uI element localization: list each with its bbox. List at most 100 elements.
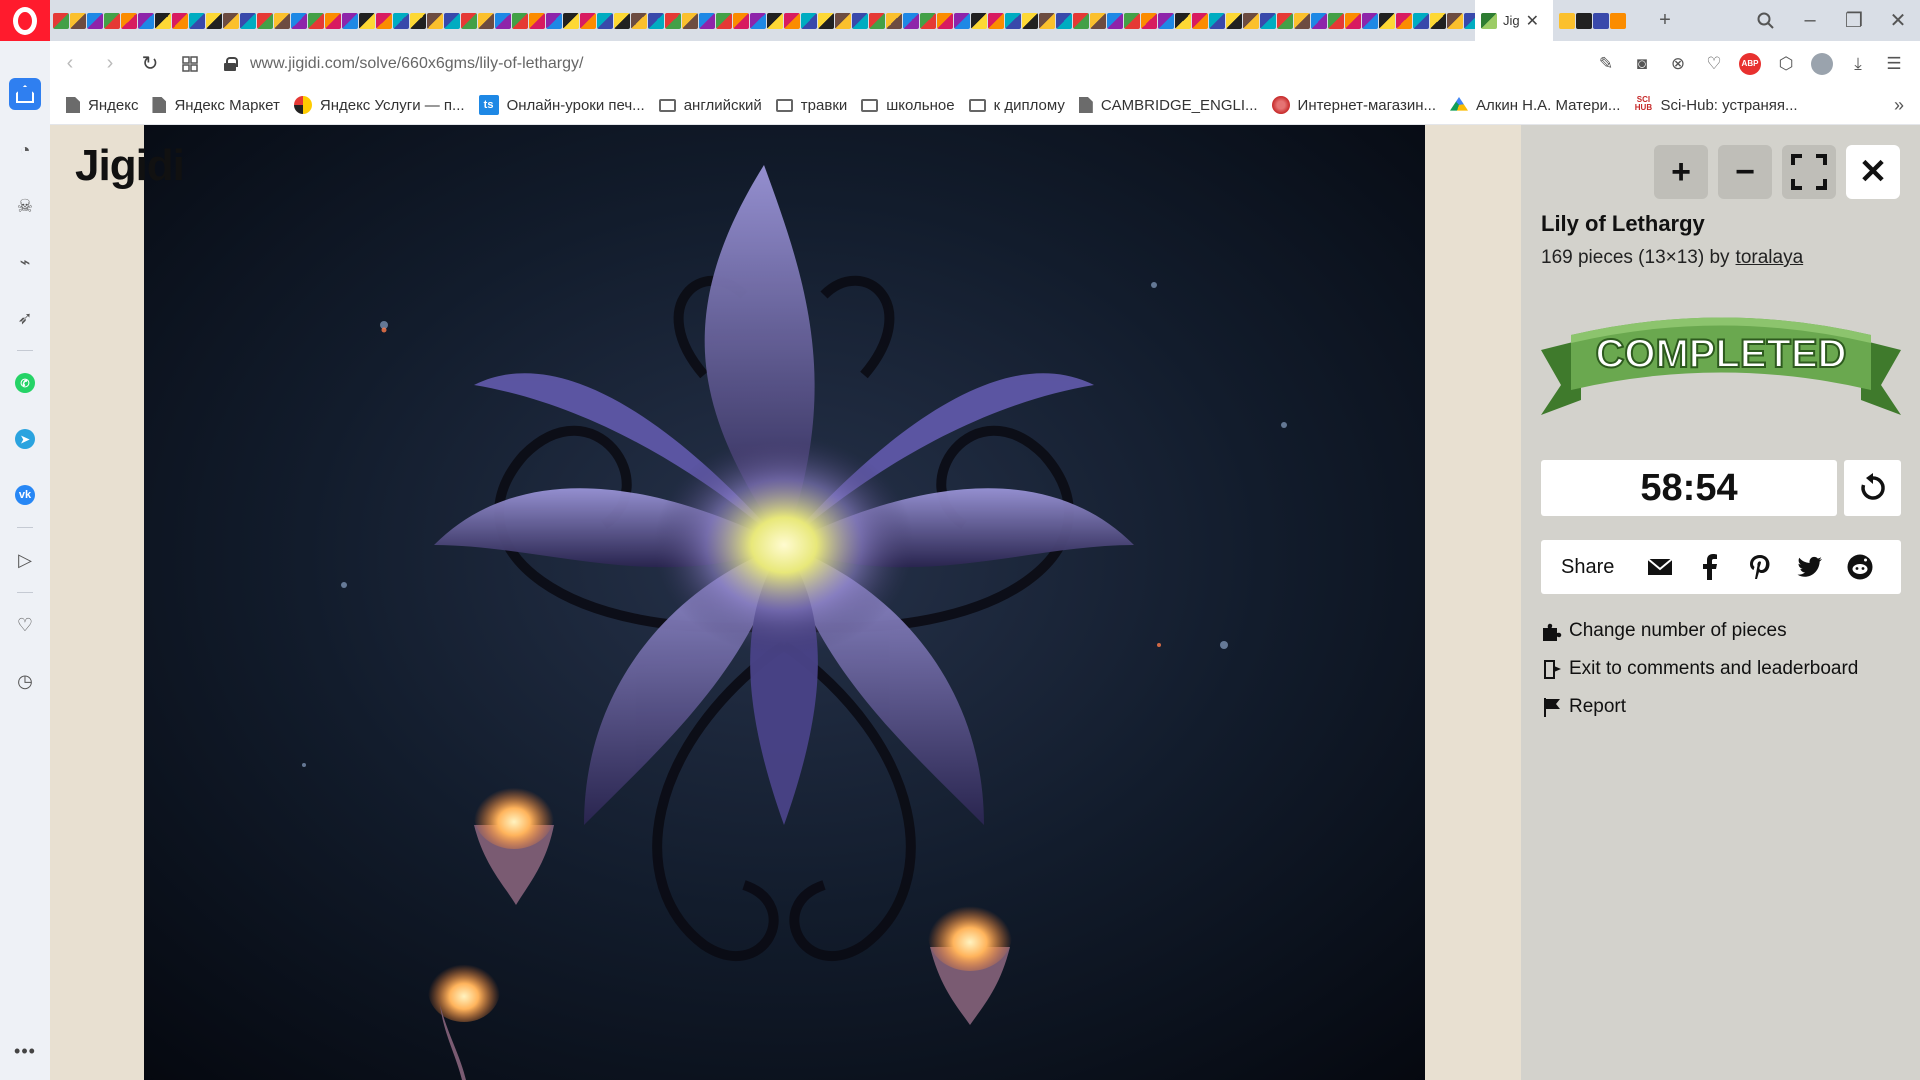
tab-favicon-icon[interactable] [1464, 12, 1475, 29]
new-tab-button[interactable]: + [1643, 0, 1687, 41]
tab-favicon-icon[interactable] [1447, 12, 1463, 29]
home-icon[interactable] [9, 78, 41, 110]
zoom-in-button[interactable]: + [1654, 145, 1708, 199]
tab-favicon-icon[interactable] [172, 12, 188, 29]
tab-favicon-icon[interactable] [529, 12, 545, 29]
bookmark-folder[interactable]: к диплому [968, 97, 1065, 114]
tab-favicon-icon[interactable] [1559, 12, 1575, 29]
tab-favicon-icon[interactable] [121, 12, 137, 29]
tab-favicon-icon[interactable] [1005, 12, 1021, 29]
bookmark-item[interactable]: Интернет-магазин... [1271, 96, 1436, 114]
tab-favicon-icon[interactable] [325, 12, 341, 29]
restart-button[interactable] [1844, 460, 1901, 516]
tab-favicon-icon[interactable] [971, 12, 987, 29]
speed-dial-icon[interactable] [170, 44, 210, 84]
tab-favicon-icon[interactable] [1362, 12, 1378, 29]
email-share-icon[interactable] [1646, 553, 1674, 581]
tab-favicon-icon[interactable] [1158, 12, 1174, 29]
tab-favicon-icon[interactable] [563, 12, 579, 29]
url-field[interactable]: www.jigidi.com/solve/660x6gms/lily-of-le… [250, 55, 583, 73]
tab-favicon-icon[interactable] [835, 12, 851, 29]
favorites-heart-icon[interactable]: ♡ [9, 609, 41, 641]
bookmark-folder[interactable]: английский [658, 97, 762, 114]
tab-favicon-icon[interactable] [206, 12, 222, 29]
tab-favicon-icon[interactable] [1039, 12, 1055, 29]
gx-skull-icon[interactable]: ☠ [9, 190, 41, 222]
vk-icon[interactable]: vk [9, 479, 41, 511]
site-logo[interactable]: Jigidi [75, 141, 185, 191]
tab-favicon-icon[interactable] [1294, 12, 1310, 29]
tab-favicon-icon[interactable] [648, 12, 664, 29]
rocket-icon[interactable]: ➶ [9, 302, 41, 334]
tab-favicon-icon[interactable] [1141, 12, 1157, 29]
change-pieces-link[interactable]: Change number of pieces [1541, 617, 1858, 645]
tab-favicon-icon[interactable] [274, 12, 290, 29]
tab-favicon-icon[interactable] [580, 12, 596, 29]
tab-favicon-icon[interactable] [1593, 12, 1609, 29]
tab-favicon-icon[interactable] [988, 12, 1004, 29]
fullscreen-button[interactable] [1782, 145, 1836, 199]
tab-favicon-icon[interactable] [767, 12, 783, 29]
download-icon[interactable]: ⤓ [1844, 50, 1872, 78]
tab-favicon-icon[interactable] [1311, 12, 1327, 29]
history-clock-icon[interactable]: ◷ [9, 665, 41, 697]
tab-favicon-icon[interactable] [1243, 12, 1259, 29]
reload-button[interactable]: ↻ [130, 44, 170, 84]
tab-favicon-icon[interactable] [478, 12, 494, 29]
exit-leaderboard-link[interactable]: Exit to comments and leaderboard [1541, 655, 1858, 683]
tab-favicon-icon[interactable] [1345, 12, 1361, 29]
tab-favicon-icon[interactable] [257, 12, 273, 29]
tab-favicon-icon[interactable] [546, 12, 562, 29]
close-puzzle-button[interactable]: ✕ [1846, 145, 1900, 199]
zoom-out-button[interactable]: − [1718, 145, 1772, 199]
tab-favicon-icon[interactable] [801, 12, 817, 29]
tab-favicon-icon[interactable] [597, 12, 613, 29]
abp-extension-icon[interactable]: ABP [1736, 50, 1764, 78]
lock-icon[interactable] [224, 56, 238, 71]
tab-favicon-icon[interactable] [342, 12, 358, 29]
tab-favicon-icon[interactable] [308, 12, 324, 29]
tab-favicon-icon[interactable] [852, 12, 868, 29]
back-button[interactable]: ‹ [50, 44, 90, 84]
heart-bookmark-icon[interactable]: ♡ [1700, 50, 1728, 78]
opera-logo-icon[interactable] [0, 0, 50, 41]
tab-favicon-icon[interactable] [1260, 12, 1276, 29]
tab-favicon-icon[interactable] [1107, 12, 1123, 29]
bookmarks-overflow-icon[interactable]: » [1894, 95, 1904, 116]
tab-favicon-icon[interactable] [1124, 12, 1140, 29]
tab-favicon-icon[interactable] [53, 12, 69, 29]
tab-favicon-icon[interactable] [1430, 12, 1446, 29]
tab-favicon-icon[interactable] [1022, 12, 1038, 29]
adblock-shield-icon[interactable]: ⊗ [1664, 50, 1692, 78]
tab-favicon-icon[interactable] [1396, 12, 1412, 29]
tab-close-icon[interactable]: ✕ [1526, 11, 1539, 31]
bookmark-item[interactable]: SCI HUB Sci-Hub: устраняя... [1634, 96, 1798, 114]
bookmark-folder[interactable]: школьное [861, 97, 955, 114]
bookmark-item[interactable]: CAMBRIDGE_ENGLI... [1078, 97, 1258, 114]
tab-favicon-icon[interactable] [920, 12, 936, 29]
tab-favicon-icon[interactable] [716, 12, 732, 29]
tab-favicon-icon[interactable] [359, 12, 375, 29]
tab-favicon-icon[interactable] [155, 12, 171, 29]
tab-favicon-icon[interactable] [87, 12, 103, 29]
bookmark-item[interactable]: Алкин Н.А. Матери... [1450, 97, 1620, 114]
tab-favicon-icon[interactable] [614, 12, 630, 29]
tab-favicon-icon[interactable] [1056, 12, 1072, 29]
tab-favicon-icon[interactable] [376, 12, 392, 29]
tab-favicon-icon[interactable] [733, 12, 749, 29]
tab-favicon-icon[interactable] [631, 12, 647, 29]
cleaner-icon[interactable]: ⌁ [9, 246, 41, 278]
tab-favicon-icon[interactable] [495, 12, 511, 29]
tab-favicon-icon[interactable] [1576, 12, 1592, 29]
tab-favicon-icon[interactable] [427, 12, 443, 29]
tab-favicons-right[interactable] [1553, 12, 1643, 29]
sidebar-more-icon[interactable]: ••• [14, 1041, 36, 1062]
forward-button[interactable]: › [90, 44, 130, 84]
reddit-share-icon[interactable] [1846, 553, 1874, 581]
bookmark-item[interactable]: Яндекс Услуги — п... [293, 96, 465, 114]
camera-icon[interactable]: ◙ [1628, 50, 1656, 78]
tab-favicon-icon[interactable] [104, 12, 120, 29]
tab-favicon-icon[interactable] [189, 12, 205, 29]
report-link[interactable]: Report [1541, 693, 1858, 721]
tab-favicon-icon[interactable] [784, 12, 800, 29]
